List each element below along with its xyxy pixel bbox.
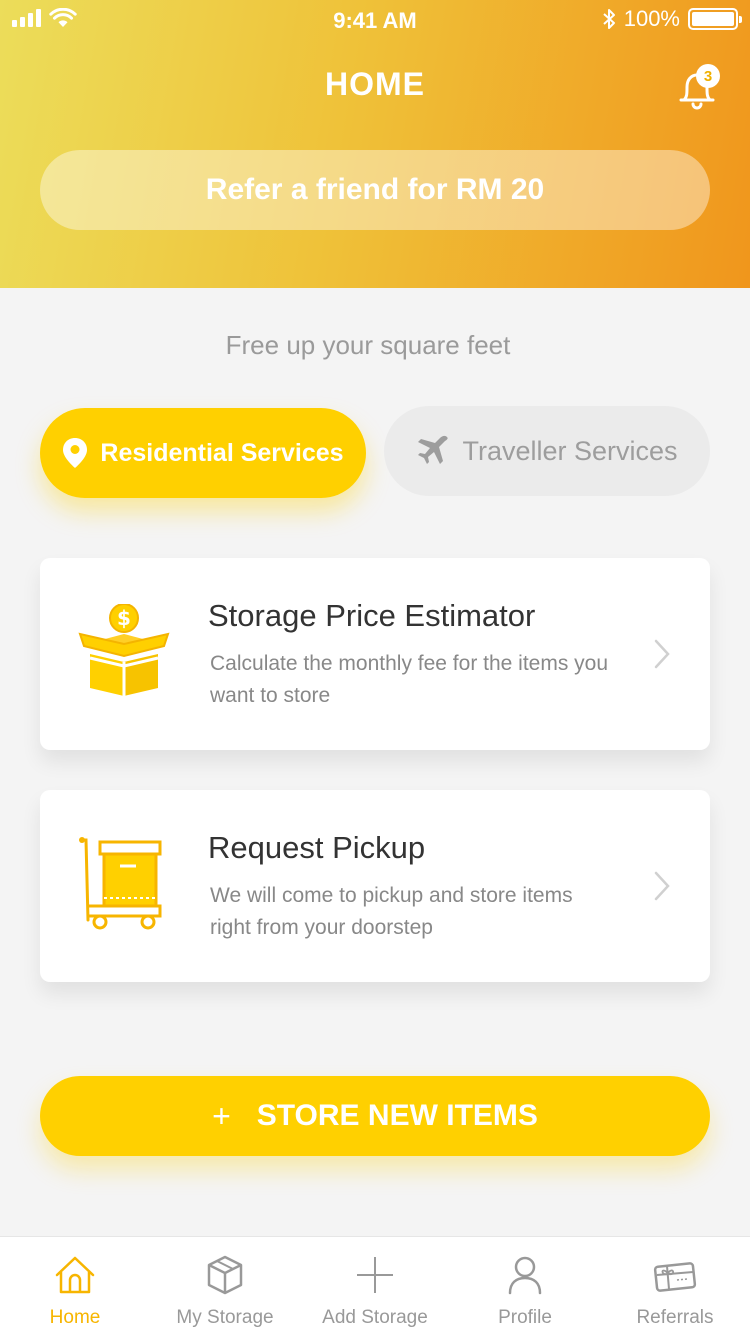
- tab-referrals[interactable]: Referrals: [600, 1237, 750, 1334]
- tagline: Free up your square feet: [225, 330, 511, 360]
- tab-add-storage[interactable]: Add Storage: [300, 1237, 450, 1334]
- tab-profile-label: Profile: [498, 1307, 552, 1328]
- storage-price-estimator-card[interactable]: $ Storage Price Estimator Calculate the …: [40, 558, 710, 750]
- location-pin-icon: [63, 438, 88, 468]
- airplane-icon: [418, 435, 449, 464]
- tab-traveller-label: Traveller Services: [462, 435, 678, 466]
- tab-my-storage[interactable]: My Storage: [150, 1237, 300, 1334]
- bottom-tab-bar: Home My Storage Add Storage Profile Refe…: [0, 1236, 750, 1334]
- card-description: We will come to pickup and store items r…: [210, 884, 573, 939]
- chevron-right-icon: [654, 639, 670, 669]
- trolley-box-icon: [79, 837, 162, 930]
- refer-friend-button[interactable]: Refer a friend for RM 20: [40, 150, 710, 230]
- chevron-right-icon: [654, 871, 670, 901]
- bluetooth-icon: [603, 9, 615, 29]
- card-title: Request Pickup: [208, 830, 426, 865]
- home-icon: [55, 1256, 95, 1294]
- dollar-box-icon: $: [78, 604, 170, 696]
- header: 9:41 AM 100% HOME 3 Refer a friend for R…: [0, 0, 750, 288]
- battery-percent: 100%: [623, 6, 680, 31]
- store-new-items-label: STORE NEW ITEMS: [256, 1099, 538, 1132]
- plus-icon: [357, 1257, 393, 1293]
- page-title: HOME: [325, 66, 425, 102]
- store-new-items-button[interactable]: + STORE NEW ITEMS: [40, 1076, 710, 1156]
- tab-referrals-label: Referrals: [636, 1307, 714, 1328]
- notification-bell-button[interactable]: 3: [676, 64, 720, 112]
- gift-card-icon: [653, 1262, 697, 1292]
- tab-profile[interactable]: Profile: [450, 1237, 600, 1334]
- status-right: 100%: [602, 6, 742, 32]
- request-pickup-card[interactable]: Request Pickup We will come to pickup an…: [40, 790, 710, 982]
- tab-residential-services[interactable]: Residential Services: [40, 408, 366, 498]
- card-title: Storage Price Estimator: [208, 598, 536, 633]
- plus-icon: +: [212, 1097, 231, 1134]
- status-bar: 9:41 AM 100%: [0, 0, 750, 40]
- box-icon: [207, 1255, 243, 1295]
- tab-home[interactable]: Home: [0, 1237, 150, 1334]
- tab-my-storage-label: My Storage: [176, 1307, 274, 1328]
- tab-add-storage-label: Add Storage: [322, 1307, 428, 1328]
- tab-traveller-services[interactable]: Traveller Services: [384, 406, 710, 496]
- tab-home-label: Home: [49, 1307, 101, 1328]
- battery-icon: [688, 8, 742, 30]
- card-description: Calculate the monthly fee for the items …: [210, 652, 609, 707]
- svg-text:$: $: [117, 606, 131, 630]
- tab-residential-label: Residential Services: [100, 438, 344, 467]
- notification-badge: 3: [696, 64, 720, 88]
- person-icon: [508, 1256, 542, 1295]
